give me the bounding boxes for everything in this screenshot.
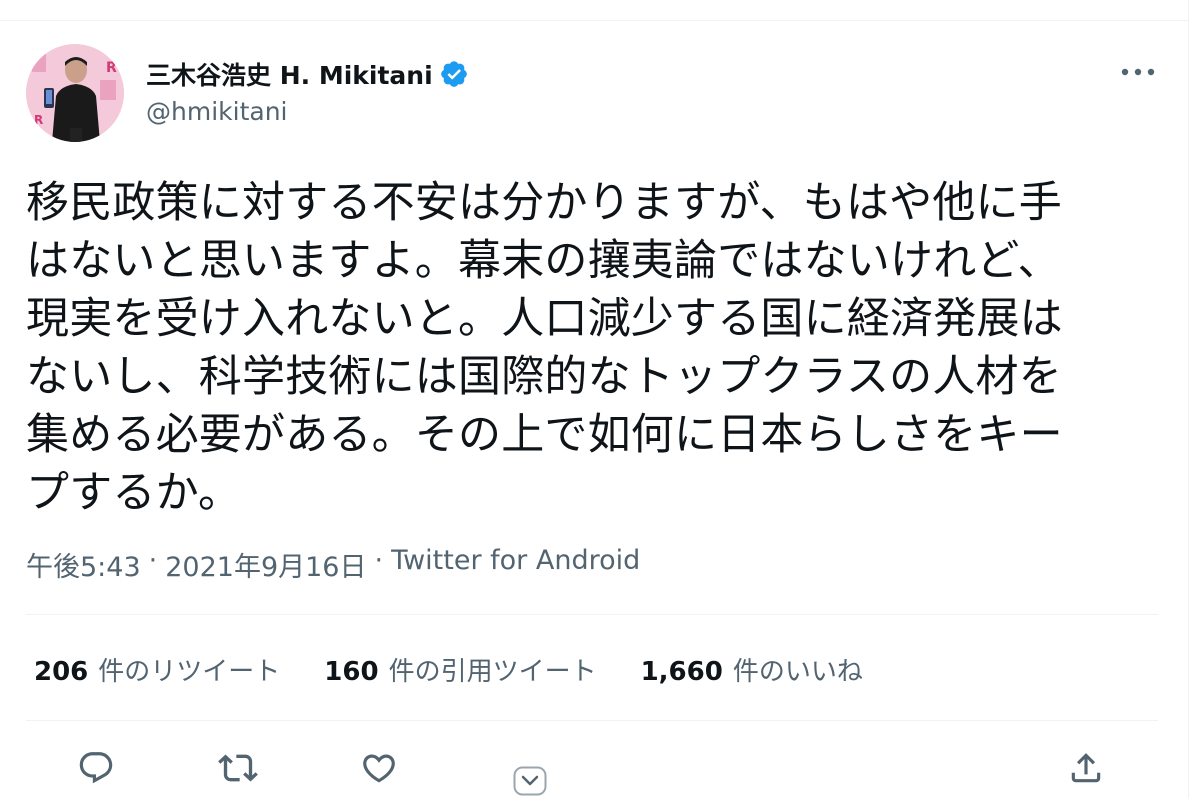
quotes-stat[interactable]: 160 件の引用ツイート xyxy=(324,651,596,688)
reply-icon xyxy=(79,752,113,784)
share-icon xyxy=(1071,753,1101,783)
display-name[interactable]: 三木谷浩史 H. Mikitani xyxy=(146,56,433,92)
author-handle[interactable]: @hmikitani xyxy=(146,97,287,126)
reply-button[interactable] xyxy=(74,746,118,790)
retweet-button[interactable] xyxy=(216,746,260,790)
like-button[interactable] xyxy=(357,746,401,790)
author-name-row[interactable]: 三木谷浩史 H. Mikitani xyxy=(146,56,469,92)
tweet-time[interactable]: 午後5:43 xyxy=(26,545,141,584)
retweets-label: 件のリツイート xyxy=(98,656,281,687)
avatar[interactable]: R R xyxy=(26,44,124,142)
top-divider xyxy=(0,20,1188,21)
quotes-count: 160 xyxy=(324,656,379,687)
share-button[interactable] xyxy=(1064,746,1108,790)
retweets-stat[interactable]: 206 件のリツイート xyxy=(34,651,280,688)
divider xyxy=(26,720,1158,721)
more-options-button[interactable] xyxy=(1118,58,1158,86)
divider xyxy=(26,614,1158,615)
likes-label: 件のいいね xyxy=(732,656,863,687)
retweet-icon xyxy=(218,754,258,782)
tweet-text-line: 移民政策に対する不安は分かりますが、もはや他に手 xyxy=(26,178,1062,228)
tweet-text-line: ないし、科学技術には国際的なトップクラスの人材を xyxy=(26,352,1062,402)
tweet-text-line: はないと思いますよ。幕末の攘夷論ではないけれど、 xyxy=(26,236,1061,286)
tweet-text-line: プするか。 xyxy=(26,468,242,518)
more-icon xyxy=(1121,68,1155,76)
meta-separator: · xyxy=(374,545,384,576)
likes-stat[interactable]: 1,660 件のいいね xyxy=(641,651,863,688)
column-border xyxy=(1188,0,1189,798)
tweet-text-line: 現実を受け入れないと。人口減少する国に経済発展は xyxy=(26,294,1063,344)
likes-count: 1,660 xyxy=(640,656,723,687)
tweet-text-line: 集める必要がある。その上で如何に日本らしさをキー xyxy=(26,410,1063,460)
chevron-down-icon xyxy=(513,766,547,796)
tweet-text: 移民政策に対する不安は分かりますが、もはや他に手 はないと思いますよ。幕末の攘夷… xyxy=(26,174,1166,522)
scroll-down-button[interactable] xyxy=(513,766,547,796)
quotes-label: 件の引用ツイート xyxy=(388,656,597,687)
retweets-count: 206 xyxy=(34,656,89,687)
tweet-meta: 午後5:43 · 2021年9月16日 · Twitter for Androi… xyxy=(26,545,640,584)
tweet-date[interactable]: 2021年9月16日 xyxy=(165,545,366,584)
avatar-image: R R xyxy=(26,44,124,142)
avatar-sign-letter: R xyxy=(106,60,117,76)
tweet-stats: 206 件のリツイート 160 件の引用ツイート 1,660 件のいいね xyxy=(34,651,907,687)
verified-badge-icon xyxy=(439,59,469,89)
avatar-sign-letter-2: R xyxy=(34,113,43,127)
tweet-source[interactable]: Twitter for Android xyxy=(391,545,640,584)
action-bar xyxy=(0,746,1188,790)
like-icon xyxy=(363,754,395,783)
meta-separator: · xyxy=(148,545,158,576)
